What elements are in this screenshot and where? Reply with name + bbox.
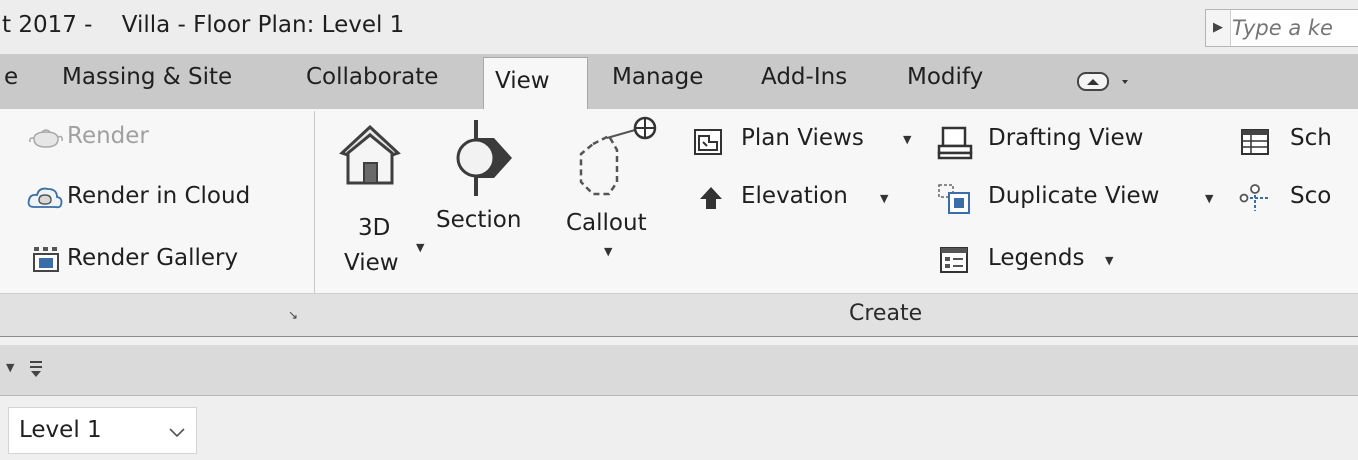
legends-icon [939,246,969,278]
schedules-button[interactable]: Sch [1290,125,1332,151]
create-panel-title: Create [849,301,923,326]
options-dropdown-arrow-icon[interactable]: ▼ [6,361,14,374]
render-button[interactable]: Render [67,123,149,149]
level-selector-value: Level 1 [19,417,102,443]
duplicate-view-button[interactable]: Duplicate View [988,183,1159,209]
window-title: t 2017 - Villa - Floor Plan: Level 1 [2,12,405,38]
duplicate-view-dropdown-icon[interactable]: ▼ [1205,192,1213,205]
plan-views-button[interactable]: Plan Views [741,125,864,151]
render-teapot-icon [28,127,64,157]
customize-toolbar-icon[interactable] [28,358,44,384]
render-gallery-button[interactable]: Render Gallery [67,245,238,271]
duplicate-view-icon [937,183,973,221]
plan-views-icon [693,128,723,160]
panel-title-bar: ↘ Create [0,293,1358,338]
chevron-down-icon[interactable] [169,423,185,442]
properties-area [0,396,1358,460]
drafting-view-icon [937,126,973,164]
render-in-cloud-icon [26,183,64,217]
ribbon-gap [0,337,1358,345]
callout-dropdown-icon[interactable]: ▼ [604,245,612,258]
render-gallery-icon [32,245,60,277]
section-button[interactable]: Section [436,207,521,233]
title-bar: t 2017 - Villa - Floor Plan: Level 1 ▶ [0,0,1358,54]
3d-view-house-icon [334,119,406,195]
ribbon-minimize-icon[interactable] [1077,71,1141,97]
elevation-dropdown-icon[interactable]: ▼ [880,192,888,205]
tab-add-ins[interactable]: Add-Ins [761,64,847,90]
panel-dialog-launcher-icon[interactable]: ↘ [288,308,298,322]
3d-view-label-line1[interactable]: 3D [358,215,390,241]
callout-button[interactable]: Callout [566,210,647,236]
tab-manage[interactable]: Manage [612,64,703,90]
elevation-button[interactable]: Elevation [741,183,848,209]
3d-view-label-line2[interactable]: View [344,250,399,276]
3d-view-dropdown-icon[interactable]: ▼ [416,241,424,254]
ribbon-tab-bar: e Massing & Site Collaborate View Manage… [0,54,1358,110]
tab-massing-site[interactable]: Massing & Site [62,64,232,90]
elevation-icon [698,185,724,215]
scope-box-button[interactable]: Sco [1290,183,1331,209]
tab-view[interactable]: View [483,57,588,110]
search-input[interactable] [1232,14,1356,42]
scope-box-icon [1238,183,1272,217]
tab-collaborate[interactable]: Collaborate [306,64,438,90]
schedules-icon [1240,128,1270,160]
legends-dropdown-icon[interactable]: ▼ [1105,254,1113,267]
render-in-cloud-button[interactable]: Render in Cloud [67,183,250,209]
search-expand-arrow-icon[interactable]: ▶ [1206,10,1231,46]
legends-button[interactable]: Legends [988,245,1084,271]
section-icon [446,118,518,202]
level-selector[interactable]: Level 1 [8,407,197,454]
search-box[interactable]: ▶ [1205,9,1358,47]
tab-insert-partial[interactable]: e [4,64,18,90]
options-bar: ▼ [0,345,1358,396]
drafting-view-button[interactable]: Drafting View [988,125,1143,151]
plan-views-dropdown-icon[interactable]: ▼ [903,133,911,146]
tab-modify[interactable]: Modify [907,64,983,90]
callout-icon [573,116,665,202]
